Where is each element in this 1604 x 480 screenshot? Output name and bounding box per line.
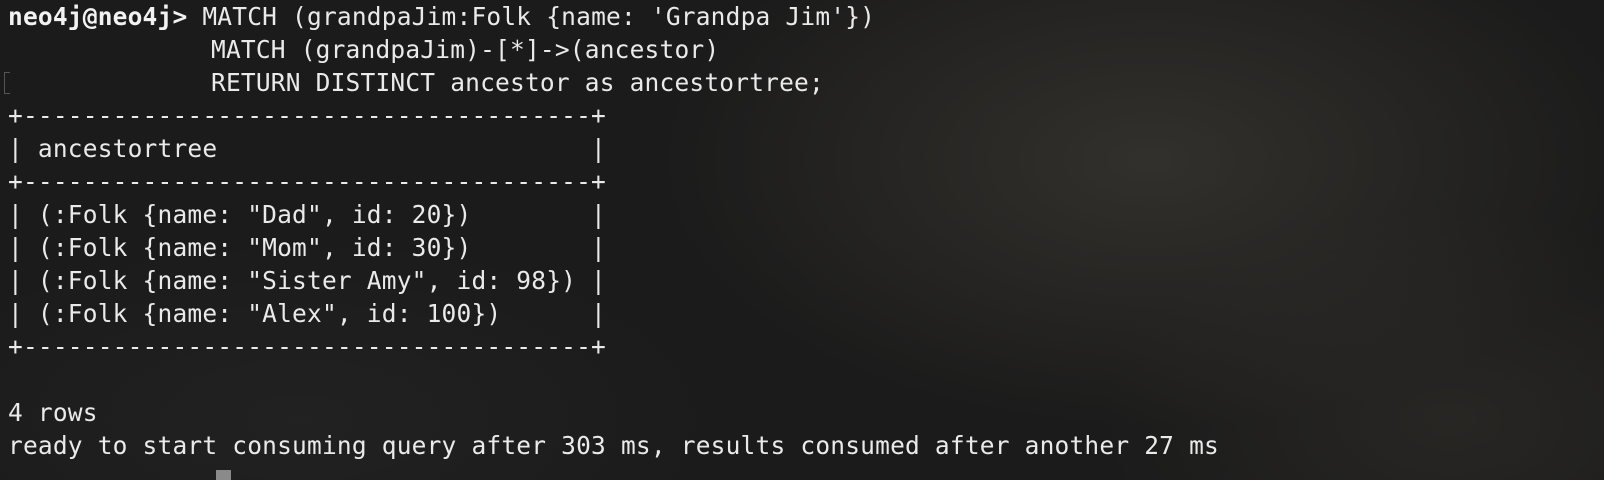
table-row: | (:Folk {name: "Mom", id: 30}) | bbox=[8, 233, 607, 262]
selection-marker bbox=[4, 72, 10, 94]
query-line-2: MATCH (grandpaJim)-[*]->(ancestor) bbox=[211, 35, 720, 64]
shell-prompt: neo4j@neo4j> bbox=[8, 2, 188, 31]
table-row: | (:Folk {name: "Dad", id: 20}) | bbox=[8, 200, 607, 229]
prompt-line: neo4j@neo4j> MATCH (grandpaJim:Folk {nam… bbox=[8, 0, 875, 34]
table-row: | (:Folk {name: "Sister Amy", id: 98}) | bbox=[8, 266, 607, 295]
table-row: | (:Folk {name: "Alex", id: 100}) | bbox=[8, 299, 607, 328]
table-border-mid: +--------------------------------------+ bbox=[8, 167, 607, 196]
text-cursor[interactable] bbox=[216, 470, 231, 480]
query-line-3: RETURN DISTINCT ancestor as ancestortree… bbox=[211, 68, 824, 97]
table-border-bottom: +--------------------------------------+ bbox=[8, 332, 607, 361]
timing-info: ready to start consuming query after 303… bbox=[8, 431, 1219, 460]
terminal-window[interactable]: neo4j@neo4j> MATCH (grandpaJim:Folk {nam… bbox=[0, 0, 1604, 480]
query-line-1: MATCH (grandpaJim:Folk {name: 'Grandpa J… bbox=[187, 2, 876, 31]
table-border-top: +--------------------------------------+ bbox=[8, 101, 607, 130]
table-header: | ancestortree | bbox=[8, 134, 607, 163]
row-count: 4 rows bbox=[8, 398, 98, 427]
